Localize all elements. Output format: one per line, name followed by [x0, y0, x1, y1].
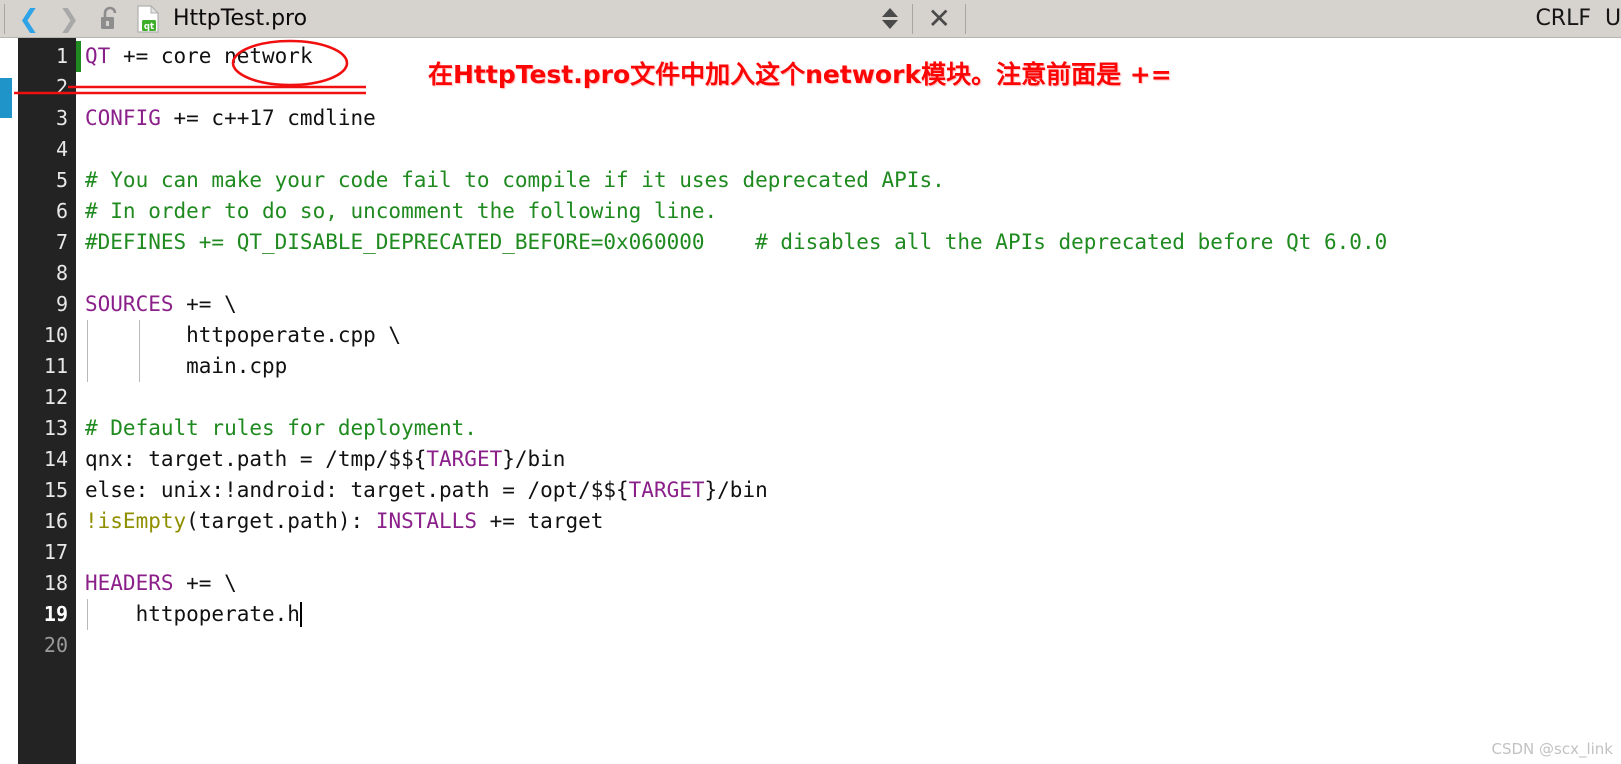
code-line[interactable]: # Default rules for deployment.	[85, 413, 477, 444]
code-token: += target	[476, 509, 604, 533]
line-number: 18	[43, 571, 68, 595]
code-token: # You can make your code fail to compile…	[85, 168, 945, 192]
code-token: += \	[173, 571, 237, 595]
code-token: TARGET	[426, 447, 503, 471]
unlocked-padlock-icon[interactable]	[89, 1, 131, 37]
code-token: # Default rules for deployment.	[85, 416, 477, 440]
code-line[interactable]: else: unix:!android: target.path = /opt/…	[85, 475, 768, 506]
text-caret	[300, 602, 303, 627]
marker-rail	[0, 38, 18, 764]
code-line[interactable]: SOURCES += \	[85, 289, 237, 320]
filename-label: HttpTest.pro	[173, 6, 308, 31]
code-token: httpoperate.h	[85, 602, 300, 626]
line-number: 9	[55, 292, 68, 316]
line-number-gutter: 1 2 3 4 5 6 7 8 9 10 11 12 13 14 15 16 17 18 19 20	[18, 38, 76, 764]
code-line[interactable]: # You can make your code fail to compile…	[85, 165, 945, 196]
code-token: main.cpp	[85, 354, 288, 378]
code-token: (target.path):	[186, 509, 376, 533]
line-number: 13	[43, 416, 68, 440]
code-token: SOURCES	[85, 292, 174, 316]
triangle-up-icon	[882, 8, 899, 17]
line-number: 17	[43, 540, 68, 564]
line-number: 11	[43, 354, 68, 378]
toolbar-divider	[4, 3, 5, 34]
line-number: 6	[55, 199, 68, 223]
toolbar-divider-2	[912, 3, 914, 34]
code-token: QT	[85, 44, 111, 68]
line-number: 3	[55, 106, 68, 130]
qt-project-file-icon: qt	[131, 1, 165, 37]
triangle-down-icon	[882, 20, 899, 29]
line-number: 4	[55, 137, 68, 161]
close-icon[interactable]: ✕	[917, 1, 961, 37]
code-token: #DEFINES += QT_DISABLE_DEPRECATED_BEFORE…	[85, 230, 1388, 254]
code-token: TARGET	[628, 478, 705, 502]
code-token: CONFIG	[85, 106, 161, 130]
line-number: 2	[55, 75, 68, 99]
line-number: 16	[43, 509, 68, 533]
chevron-left-icon[interactable]: ❮	[9, 1, 49, 37]
svg-text:qt: qt	[144, 22, 154, 32]
line-number: 14	[43, 447, 68, 471]
line-number: 19	[43, 602, 68, 626]
indent-guide	[139, 320, 140, 382]
code-token: += \	[173, 292, 237, 316]
code-token: # In order to do so, uncomment the follo…	[85, 199, 718, 223]
line-number: 8	[55, 261, 68, 285]
up-down-arrows-icon[interactable]	[872, 1, 908, 37]
line-number: 10	[43, 323, 68, 347]
code-line[interactable]: qnx: target.path = /tmp/$${TARGET}/bin	[85, 444, 565, 475]
code-content[interactable]: QT += core network CONFIG += c++17 cmdlin…	[81, 38, 1621, 764]
encoding-label[interactable]: UTF-8	[1605, 6, 1621, 31]
code-line[interactable]: main.cpp	[85, 351, 287, 382]
code-token: }/bin	[704, 478, 768, 502]
code-line[interactable]: # In order to do so, uncomment the follo…	[85, 196, 717, 227]
toolbar-divider-3	[965, 3, 967, 34]
code-token: !isEmpty	[85, 509, 187, 533]
line-number: 5	[55, 168, 68, 192]
code-token: += core network	[110, 44, 313, 68]
code-token: qnx: target.path = /tmp/$${	[85, 447, 427, 471]
code-token: += c++17 cmdline	[160, 106, 376, 130]
line-number: 7	[55, 230, 68, 254]
line-number: 12	[43, 385, 68, 409]
code-token: HEADERS	[85, 571, 174, 595]
code-token: else: unix:!android: target.path = /opt/…	[85, 478, 629, 502]
indent-guide	[87, 320, 88, 382]
code-line[interactable]: QT += core network	[85, 41, 313, 72]
code-line[interactable]: httpoperate.h	[85, 599, 300, 630]
code-editor[interactable]: 1 2 3 4 5 6 7 8 9 10 11 12 13 14 15 16 17 18 19 20 QT += co…	[0, 38, 1621, 764]
code-token: }/bin	[502, 447, 566, 471]
code-token: INSTALLS	[375, 509, 477, 533]
code-line[interactable]: #DEFINES += QT_DISABLE_DEPRECATED_BEFORE…	[85, 227, 1387, 258]
code-line[interactable]: httpoperate.cpp \	[85, 320, 401, 351]
chevron-right-icon[interactable]: ❯	[49, 1, 89, 37]
title-bar: ❮ ❯ qt HttpTest.pro ✕ CRLF U	[0, 0, 1621, 38]
line-number: 20	[43, 633, 68, 657]
code-token: httpoperate.cpp \	[85, 323, 402, 347]
editor-window: ❮ ❯ qt HttpTest.pro ✕ CRLF U 1 2 3 4 5 6…	[0, 0, 1621, 764]
line-number: 1	[55, 44, 68, 68]
bookmark-marker[interactable]	[0, 78, 12, 118]
code-line[interactable]: CONFIG += c++17 cmdline	[85, 103, 376, 134]
code-line[interactable]: !isEmpty(target.path): INSTALLS += targe…	[85, 506, 603, 537]
indent-guide	[87, 599, 88, 630]
line-ending-label[interactable]: CRLF	[1535, 6, 1605, 31]
line-number: 15	[43, 478, 68, 502]
code-line[interactable]: HEADERS += \	[85, 568, 237, 599]
watermark-label: CSDN @scx_link	[1491, 740, 1613, 758]
